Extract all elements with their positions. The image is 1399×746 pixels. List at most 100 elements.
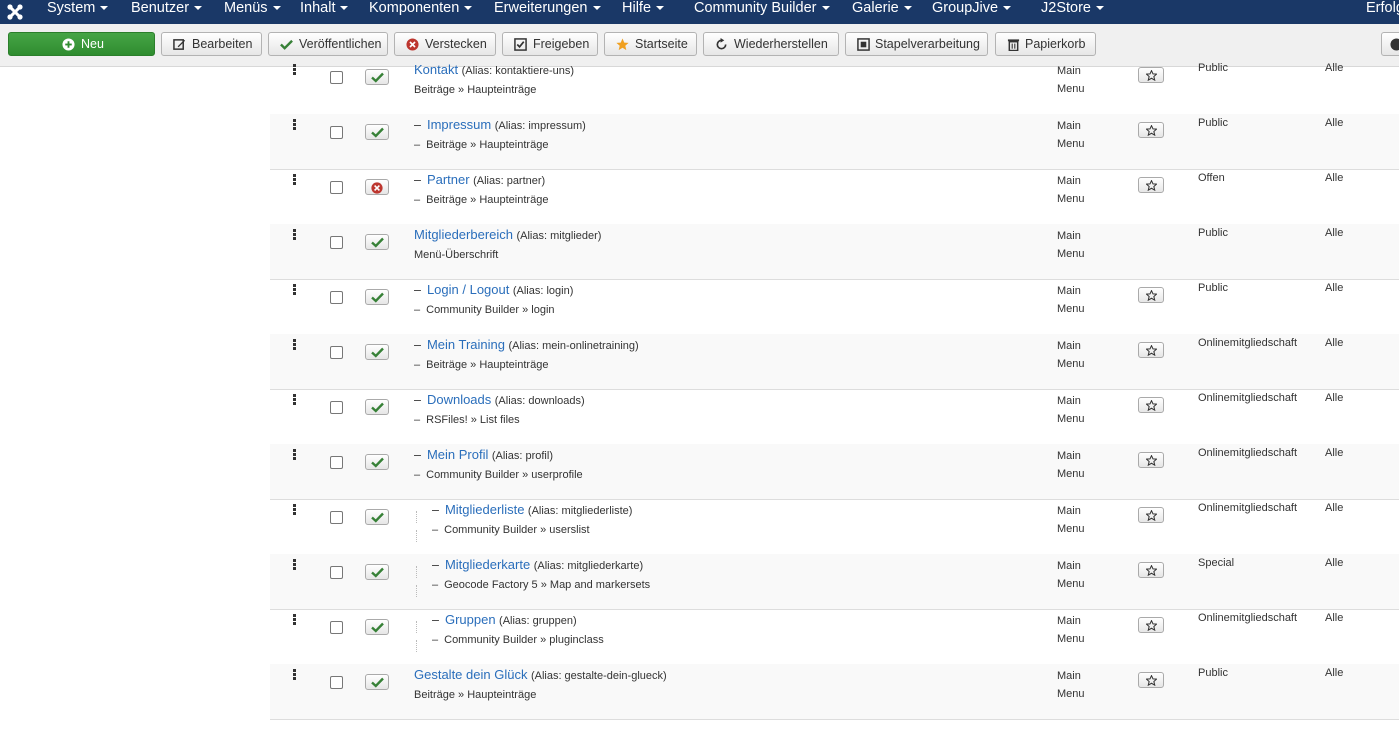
home-star-button[interactable] [1138,562,1164,578]
menu-name: Main Menu [1057,557,1085,593]
nav-menu-menus[interactable]: Menüs [224,0,281,24]
menu-item-title-link[interactable]: Mitgliederkarte [445,557,530,572]
published-toggle[interactable] [365,674,389,690]
row-checkbox[interactable] [330,291,343,304]
language: Alle [1325,172,1344,184]
home-star-button[interactable] [1138,67,1164,83]
published-toggle[interactable] [365,289,389,305]
menu-item-title-link[interactable]: Mein Training [427,337,505,352]
access-level: Special [1198,557,1235,569]
menu-name-line2: Menu [1057,138,1085,150]
home-star-button[interactable] [1138,177,1164,193]
nav-right-text[interactable]: Erfolg [1366,0,1399,24]
drag-handle-icon[interactable] [293,229,297,241]
menu-name-line2: Menu [1057,303,1085,315]
row-checkbox[interactable] [330,401,343,414]
edit-button[interactable]: Bearbeiten [161,32,262,56]
drag-handle-icon[interactable] [293,614,297,626]
drag-handle-icon[interactable] [293,174,297,186]
batch-button[interactable]: Stapelverarbeitung [845,32,988,56]
rebuild-button[interactable]: Wiederherstellen [703,32,839,56]
row-checkbox[interactable] [330,456,343,469]
drag-handle-icon[interactable] [293,64,297,76]
drag-handle-icon[interactable] [293,119,297,131]
new-button[interactable]: Neu [8,32,155,56]
published-toggle[interactable] [365,509,389,525]
nav-menu-groupjive[interactable]: GroupJive [932,0,1012,24]
access-level: Onlinemitgliedschaft [1198,337,1298,349]
row-checkbox[interactable] [330,346,343,359]
nav-menu-erweiterungen[interactable]: Erweiterungen [494,0,601,24]
published-toggle[interactable] [365,234,389,250]
published-toggle[interactable] [365,619,389,635]
unpublished-toggle[interactable] [365,179,389,195]
home-button[interactable]: Startseite [604,32,697,56]
row-checkbox[interactable] [330,236,343,249]
drag-handle-icon[interactable] [293,394,297,406]
publish-button[interactable]: Veröffentlichen [268,32,388,56]
drag-handle-icon[interactable] [293,339,297,351]
menu-item-alias: (Alias: mitgliederliste) [527,505,633,517]
trash-button[interactable]: Papierkorb [995,32,1096,56]
menu-item-title-link[interactable]: Mein Profil [427,447,488,462]
home-star-button[interactable] [1138,617,1164,633]
menu-item-title-link[interactable]: Downloads [427,392,491,407]
checkin-button[interactable]: Freigeben [502,32,598,56]
nav-menu-inhalt[interactable]: Inhalt [300,0,349,24]
home-star-button[interactable] [1138,342,1164,358]
nav-menu-community-builder[interactable]: Community Builder [694,0,830,24]
drag-handle-icon[interactable] [293,449,297,461]
published-toggle[interactable] [365,399,389,415]
drag-handle-icon[interactable] [293,284,297,296]
menu-item-type: Beiträge » Haupteinträge [414,689,537,701]
home-star-button[interactable] [1138,122,1164,138]
row-checkbox[interactable] [330,676,343,689]
published-toggle[interactable] [365,344,389,360]
nav-menu-galerie[interactable]: Galerie [852,0,912,24]
drag-handle-icon[interactable] [293,559,297,571]
home-star-button[interactable] [1138,452,1164,468]
menu-item-title-link[interactable]: Mitgliederbereich [414,227,513,242]
menu-item-type: Community Builder » login [426,304,555,316]
menu-item-alias: (Alias: profil) [491,450,553,462]
joomla-logo-icon[interactable] [5,2,25,22]
menu-item-title-link[interactable]: Gruppen [445,612,496,627]
published-toggle[interactable] [365,69,389,85]
row-checkbox[interactable] [330,126,343,139]
published-toggle[interactable] [365,454,389,470]
published-toggle[interactable] [365,124,389,140]
nav-menu-hilfe[interactable]: Hilfe [622,0,665,24]
menu-item-title-link[interactable]: Mitgliederliste [445,502,524,517]
menu-item-type: Beiträge » Haupteinträge [426,139,549,151]
home-star-button[interactable] [1138,397,1164,413]
checkin-label: Freigeben [533,37,590,51]
unpublish-button[interactable]: Verstecken [394,32,496,56]
nav-menu-benutzer[interactable]: Benutzer [131,0,203,24]
drag-handle-icon[interactable] [293,504,297,516]
row-checkbox[interactable] [330,71,343,84]
home-star-button[interactable] [1138,672,1164,688]
menu-item-title-link[interactable]: Kontakt [414,62,458,77]
nav-menu-system[interactable]: System [47,0,109,24]
row-checkbox[interactable] [330,511,343,524]
home-star-button[interactable] [1138,507,1164,523]
nav-menu-j2store[interactable]: J2Store [1041,0,1104,24]
menu-item-title-link[interactable]: Gestalte dein Glück [414,667,527,682]
home-star-button[interactable] [1138,287,1164,303]
nav-menu-komponenten[interactable]: Komponenten [369,0,473,24]
help-button[interactable] [1381,32,1399,56]
menu-name: Main Menu [1057,392,1085,428]
home-label: Startseite [635,37,688,51]
level-dash: – [414,304,421,316]
row-checkbox[interactable] [330,566,343,579]
drag-handle-icon[interactable] [293,669,297,681]
row-checkbox[interactable] [330,181,343,194]
table-row: – Mitgliederkarte (Alias: mitgliederkarte… [270,554,1399,610]
menu-name-line1: Main [1057,285,1081,297]
published-toggle[interactable] [365,564,389,580]
menu-item-title-link[interactable]: Login / Logout [427,282,509,297]
menu-item-title-link[interactable]: Impressum [427,117,491,132]
menu-item-type: Beiträge » Haupteinträge [426,194,549,206]
row-checkbox[interactable] [330,621,343,634]
menu-item-title-link[interactable]: Partner [427,172,470,187]
